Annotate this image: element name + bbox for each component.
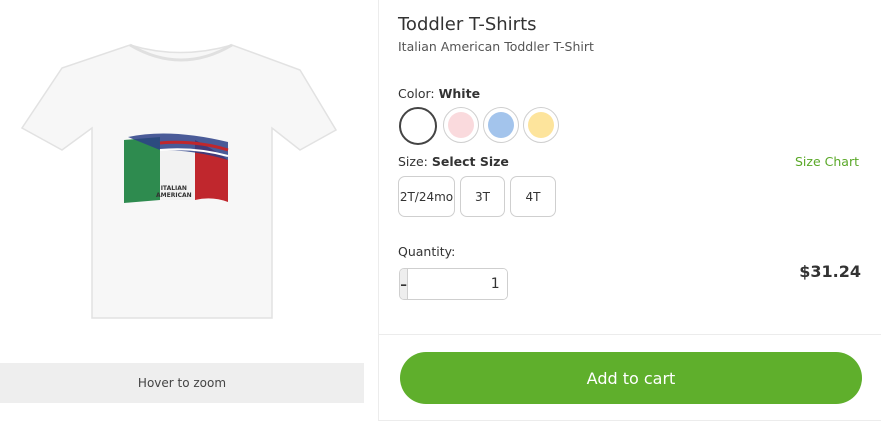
- print-text-line-1: ITALIAN: [160, 185, 187, 192]
- product-title: Toddler T-Shirts: [398, 14, 537, 35]
- size-label-text: Size:: [398, 154, 428, 169]
- swatch-fill: [528, 112, 554, 138]
- size-options: 2T/24mo 3T 4T: [398, 176, 556, 217]
- print-text-line-2: AMERICAN: [156, 192, 192, 199]
- color-label: Color: White: [398, 86, 480, 101]
- color-swatch-yellow[interactable]: [523, 107, 559, 143]
- size-label: Size: Select Size: [398, 154, 509, 169]
- color-swatch-white[interactable]: [399, 107, 437, 145]
- quantity-decrease-button[interactable]: -: [400, 269, 408, 299]
- section-divider: [379, 334, 881, 335]
- size-chart-link[interactable]: Size Chart: [795, 154, 859, 169]
- color-swatches: [399, 107, 559, 145]
- tshirt-image: [20, 43, 338, 319]
- color-selected-value: White: [438, 86, 481, 101]
- product-subtitle: Italian American Toddler T-Shirt: [398, 39, 594, 54]
- swatch-fill: [448, 112, 474, 138]
- product-page: ITALIAN AMERICAN Hover to zoom Toddler T…: [0, 0, 881, 421]
- product-image-panel[interactable]: ITALIAN AMERICAN: [0, 0, 364, 363]
- quantity-label: Quantity:: [398, 244, 456, 259]
- panel-divider: [378, 0, 379, 421]
- color-swatch-blue[interactable]: [483, 107, 519, 143]
- swatch-fill: [405, 113, 431, 139]
- product-price: $31.24: [799, 262, 861, 281]
- quantity-stepper: - +: [399, 268, 508, 300]
- color-swatch-pink[interactable]: [443, 107, 479, 143]
- color-label-text: Color:: [398, 86, 435, 101]
- add-to-cart-button[interactable]: Add to cart: [400, 352, 862, 404]
- size-option-3t[interactable]: 3T: [460, 176, 505, 217]
- size-selected-value: Select Size: [431, 154, 509, 169]
- swatch-fill: [488, 112, 514, 138]
- size-option-4t[interactable]: 4T: [510, 176, 556, 217]
- print-text: ITALIAN AMERICAN: [156, 185, 192, 199]
- zoom-hint: Hover to zoom: [0, 363, 364, 403]
- size-option-2t[interactable]: 2T/24mo: [398, 176, 455, 217]
- quantity-input[interactable]: [407, 269, 507, 299]
